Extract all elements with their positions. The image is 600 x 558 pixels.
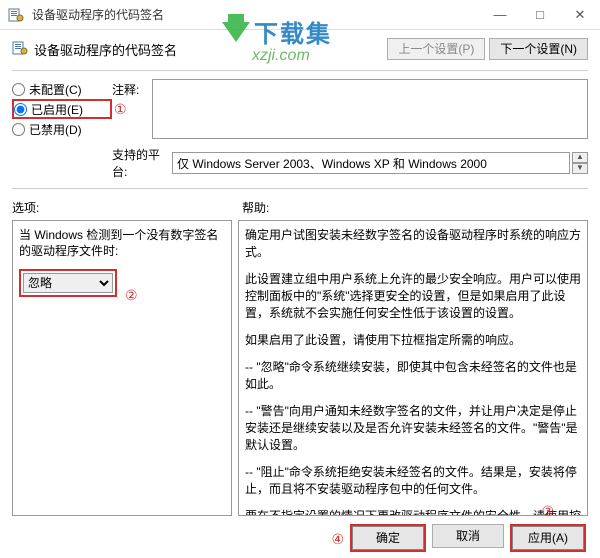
header-row: 设备驱动程序的代码签名 上一个设置(P) 下一个设置(N) — [12, 38, 588, 60]
help-p4: -- "忽略"命令系统继续安装，即使其中包含未经签名的文件也是如此。 — [245, 359, 581, 393]
prev-setting-button[interactable]: 上一个设置(P) — [387, 38, 485, 60]
divider-2 — [12, 188, 588, 189]
footer: 确定 取消 应用(A) — [0, 524, 600, 552]
marker-1: ① — [114, 101, 127, 118]
comment-label: 注释: — [112, 83, 139, 97]
options-label: 选项: — [12, 201, 39, 215]
policy-icon — [12, 40, 28, 59]
cancel-button[interactable]: 取消 — [432, 524, 504, 548]
minimize-button[interactable]: — — [480, 0, 520, 30]
apply-button[interactable]: 应用(A) — [512, 526, 584, 550]
radio-not-configured-label: 未配置(C) — [29, 81, 82, 98]
stepper-down-icon[interactable]: ▼ — [572, 163, 588, 174]
help-p3: 如果启用了此设置，请使用下拉框指定所需的响应。 — [245, 332, 581, 349]
help-p7: 要在不指定设置的情况下更改驱动程序文件的安全性，请使用控制面板中的"系统"。右键… — [245, 508, 581, 516]
radio-not-configured[interactable]: 未配置(C) — [12, 79, 112, 99]
radio-enabled-label: 已启用(E) — [31, 101, 83, 118]
platform-label: 支持的平台: — [112, 148, 160, 179]
action-select[interactable]: 忽略 — [23, 273, 113, 293]
options-message: 当 Windows 检测到一个没有数字签名的驱动程序文件时: — [19, 227, 225, 259]
radio-enabled-input[interactable] — [14, 103, 27, 116]
marker-2: ② — [125, 287, 138, 304]
radio-not-configured-input[interactable] — [12, 83, 25, 96]
apply-highlight: 应用(A) — [510, 524, 586, 552]
help-p2: 此设置建立组中用户系统上允许的最少安全响应。用户可以使用控制面板中的"系统"选择… — [245, 271, 581, 322]
comment-textarea[interactable] — [152, 79, 588, 139]
next-setting-button[interactable]: 下一个设置(N) — [489, 38, 588, 60]
policy-title: 设备驱动程序的代码签名 — [34, 40, 387, 59]
close-button[interactable]: ✕ — [560, 0, 600, 30]
window-controls: — □ ✕ — [480, 0, 600, 30]
ok-button[interactable]: 确定 — [352, 526, 424, 550]
action-select-wrap: 忽略 — [19, 269, 117, 297]
divider — [12, 70, 588, 71]
help-label: 帮助: — [242, 201, 269, 215]
help-p5: -- "警告"向用户通知未经数字签名的文件，并让用户决定是停止安装还是继续安装以… — [245, 403, 581, 454]
marker-3: ③ — [541, 503, 554, 520]
options-pane: 当 Windows 检测到一个没有数字签名的驱动程序文件时: 忽略 ② — [12, 220, 232, 516]
radio-disabled-label: 已禁用(D) — [29, 121, 82, 138]
window-title: 设备驱动程序的代码签名 — [32, 6, 480, 23]
platform-stepper[interactable]: ▲ ▼ — [572, 152, 588, 174]
ok-highlight: 确定 — [350, 524, 426, 552]
help-p6: -- "阻止"命令系统拒绝安装未经签名的文件。结果是，安装将停止，而且将不安装驱… — [245, 464, 581, 498]
help-p1: 确定用户试图安装未经数字签名的设备驱动程序时系统的响应方式。 — [245, 227, 581, 261]
platform-field — [172, 152, 570, 174]
maximize-button[interactable]: □ — [520, 0, 560, 30]
stepper-up-icon[interactable]: ▲ — [572, 152, 588, 163]
gpedit-icon — [8, 7, 24, 23]
help-pane: 确定用户试图安装未经数字签名的设备驱动程序时系统的响应方式。 此设置建立组中用户… — [238, 220, 588, 516]
radio-enabled[interactable]: 已启用(E) — [12, 99, 112, 119]
radio-disabled[interactable]: 已禁用(D) — [12, 119, 112, 139]
title-bar: 设备驱动程序的代码签名 — □ ✕ — [0, 0, 600, 30]
radio-disabled-input[interactable] — [12, 123, 25, 136]
